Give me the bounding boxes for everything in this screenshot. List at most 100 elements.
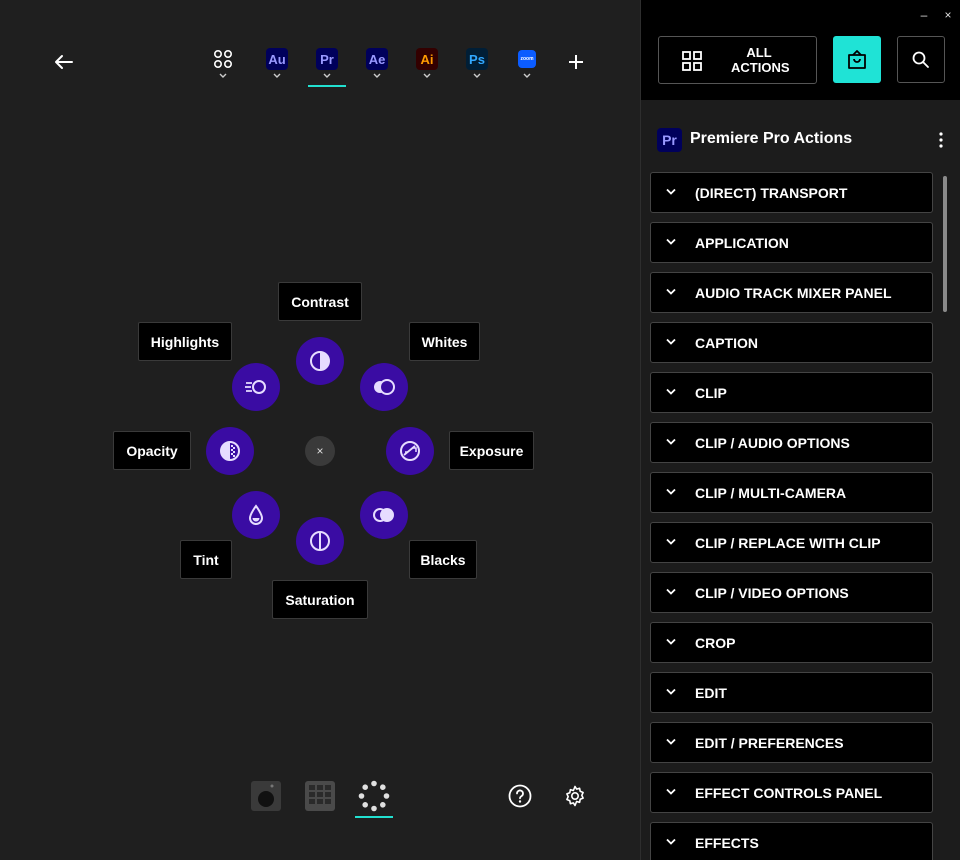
contrast-label: Contrast (278, 282, 362, 321)
whites-icon (374, 379, 395, 395)
chevron-down-icon (666, 538, 676, 545)
contrast-button[interactable] (296, 337, 344, 385)
device-dial-button[interactable] (248, 778, 284, 814)
action-category-item[interactable]: EDIT (650, 672, 933, 713)
radial-menu-button[interactable] (356, 778, 392, 814)
plus-icon (569, 55, 583, 69)
action-category-item[interactable]: CLIP / REPLACE WITH CLIP (650, 522, 933, 563)
action-category-item[interactable]: EFFECTS (650, 822, 933, 860)
action-category-item[interactable]: CAPTION (650, 322, 933, 363)
add-app-button[interactable] (564, 50, 588, 74)
close-window-button[interactable]: × (940, 8, 956, 22)
action-category-item[interactable]: APPLICATION (650, 222, 933, 263)
action-category-label: AUDIO TRACK MIXER PANEL (695, 285, 892, 301)
action-category-item[interactable]: EFFECT CONTROLS PANEL (650, 772, 933, 813)
marketplace-button[interactable] (833, 36, 881, 83)
search-icon (912, 51, 929, 68)
chevron-down-icon (666, 288, 676, 295)
tint-label: Tint (180, 540, 232, 579)
opacity-button[interactable] (206, 427, 254, 475)
more-options-button[interactable] (935, 130, 947, 150)
blacks-button[interactable] (360, 491, 408, 539)
exposure-icon (400, 441, 420, 461)
whites-label: Whites (409, 322, 480, 361)
action-category-label: CLIP / MULTI-CAMERA (695, 485, 847, 501)
action-category-item[interactable]: CLIP / VIDEO OPTIONS (650, 572, 933, 613)
action-category-label: CLIP (695, 385, 727, 401)
whites-button[interactable] (360, 363, 408, 411)
blacks-label: Blacks (409, 540, 477, 579)
action-category-label: CROP (695, 635, 736, 651)
premiere-pro-icon: Pr (657, 128, 682, 152)
chevron-down-icon (666, 338, 676, 345)
minimize-button[interactable]: – (916, 8, 932, 22)
actions-panel: – × ALL ACTIONS Pr Premiere Pro Actions … (640, 0, 960, 860)
photoshop-icon: Ps (466, 48, 488, 70)
chevron-down-icon (523, 73, 531, 78)
action-category-list: (DIRECT) TRANSPORT APPLICATION AUDIO TRA… (650, 172, 933, 860)
chevron-down-icon (666, 588, 676, 595)
chevron-down-icon (666, 638, 676, 645)
action-category-item[interactable]: EDIT / PREFERENCES (650, 722, 933, 763)
saturation-icon (310, 531, 330, 551)
premiere-pro-icon: Pr (316, 48, 338, 70)
chevron-down-icon (666, 738, 676, 745)
action-category-label: EDIT / PREFERENCES (695, 735, 844, 751)
action-category-item[interactable]: CROP (650, 622, 933, 663)
illustrator-icon: Ai (416, 48, 438, 70)
help-icon (508, 784, 532, 808)
chevron-down-icon (473, 73, 481, 78)
chevron-down-icon (373, 73, 381, 78)
dial-device-icon (251, 781, 281, 811)
chevron-down-icon (219, 73, 227, 78)
actions-panel-header: – × ALL ACTIONS (641, 0, 960, 100)
exposure-label: Exposure (449, 431, 534, 470)
all-actions-button[interactable]: ALL ACTIONS (658, 36, 817, 84)
tab-after-effects[interactable]: Ae (359, 48, 395, 88)
settings-button[interactable] (557, 778, 593, 814)
back-button[interactable] (50, 48, 78, 76)
action-category-label: EFFECT CONTROLS PANEL (695, 785, 883, 801)
tab-all-apps[interactable] (205, 48, 241, 88)
exposure-button[interactable] (386, 427, 434, 475)
active-tab-indicator (308, 85, 346, 87)
tab-zoom[interactable]: zoom (509, 48, 545, 88)
device-keypad-button[interactable] (302, 778, 338, 814)
shopping-bag-icon (848, 49, 866, 69)
saturation-label: Saturation (272, 580, 368, 619)
chevron-down-icon (666, 438, 676, 445)
scrollbar-thumb[interactable] (943, 176, 947, 312)
action-category-label: EFFECTS (695, 835, 759, 851)
opacity-icon (220, 441, 240, 461)
kebab-menu-icon (939, 132, 943, 148)
radial-close-button[interactable]: × (305, 436, 335, 466)
search-button[interactable] (897, 36, 945, 83)
chevron-down-icon (666, 688, 676, 695)
saturation-button[interactable] (296, 517, 344, 565)
help-button[interactable] (502, 778, 538, 814)
chevron-down-icon (666, 388, 676, 395)
highlights-button[interactable] (232, 363, 280, 411)
tab-illustrator[interactable]: Ai (409, 48, 445, 88)
tint-button[interactable] (232, 491, 280, 539)
action-category-label: CAPTION (695, 335, 758, 351)
chevron-down-icon (273, 73, 281, 78)
chevron-down-icon (666, 838, 676, 845)
gear-icon (566, 785, 584, 807)
action-category-item[interactable]: AUDIO TRACK MIXER PANEL (650, 272, 933, 313)
arrow-left-icon (55, 55, 73, 69)
action-category-item[interactable]: CLIP (650, 372, 933, 413)
action-category-item[interactable]: (DIRECT) TRANSPORT (650, 172, 933, 213)
action-category-item[interactable]: CLIP / AUDIO OPTIONS (650, 422, 933, 463)
grid-icon (682, 51, 702, 71)
drop-icon (248, 504, 264, 525)
action-category-label: CLIP / VIDEO OPTIONS (695, 585, 849, 601)
highlights-icon (245, 380, 266, 394)
tab-photoshop[interactable]: Ps (459, 48, 495, 88)
tab-premiere-pro[interactable]: Pr (309, 48, 345, 88)
audition-icon: Au (266, 48, 288, 70)
action-category-item[interactable]: CLIP / MULTI-CAMERA (650, 472, 933, 513)
tab-audition[interactable]: Au (259, 48, 295, 88)
active-device-indicator (355, 816, 393, 818)
panel-title-row: Pr Premiere Pro Actions (657, 128, 947, 154)
